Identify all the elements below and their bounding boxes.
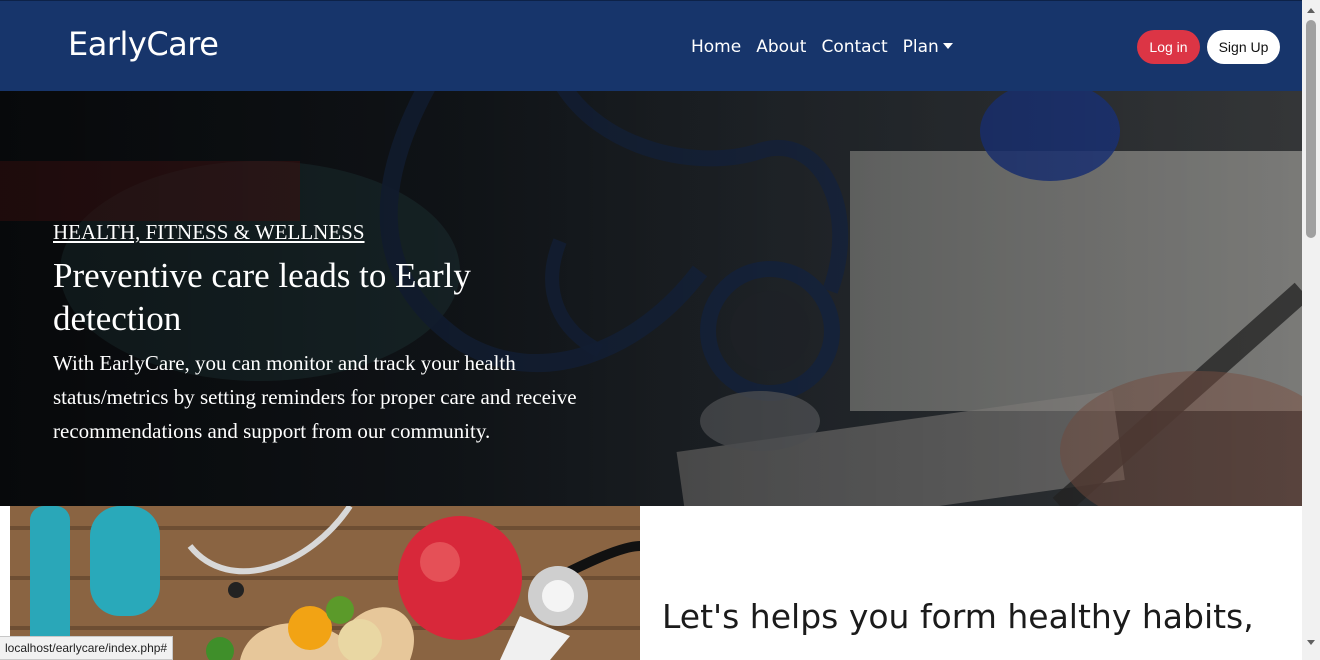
scrollbar-thumb[interactable] <box>1306 20 1316 238</box>
login-button[interactable]: Log in <box>1137 30 1200 64</box>
section-heading: Let's helps you form healthy habits, <box>662 597 1254 636</box>
nav-link-plan[interactable]: Plan <box>903 37 953 57</box>
scroll-up-arrow-icon[interactable] <box>1307 8 1315 13</box>
status-bar-url: localhost/earlycare/index.php# <box>0 636 174 660</box>
nav-link-contact[interactable]: Contact <box>821 37 887 57</box>
navbar: EarlyCare Home About Contact Plan Log in… <box>0 0 1302 92</box>
chevron-down-icon <box>942 43 953 49</box>
nav-link-plan-label: Plan <box>902 37 939 57</box>
hero-banner: HEALTH, FITNESS & WELLNESS Preventive ca… <box>0 91 1302 506</box>
scroll-down-arrow-icon[interactable] <box>1307 640 1315 645</box>
nav-link-home[interactable]: Home <box>691 37 741 57</box>
hero-title: Preventive care leads to Early detection <box>53 256 471 338</box>
hero-description: With EarlyCare, you can monitor and trac… <box>53 351 577 443</box>
signup-button[interactable]: Sign Up <box>1207 30 1280 64</box>
nav-link-about[interactable]: About <box>756 37 806 57</box>
hero-eyebrow: HEALTH, FITNESS & WELLNESS <box>53 220 365 244</box>
page: EarlyCare Home About Contact Plan Log in… <box>0 0 1302 660</box>
brand-logo[interactable]: EarlyCare <box>68 25 219 63</box>
nav-links: Home About Contact Plan <box>691 37 968 57</box>
vertical-scrollbar[interactable] <box>1302 0 1320 660</box>
